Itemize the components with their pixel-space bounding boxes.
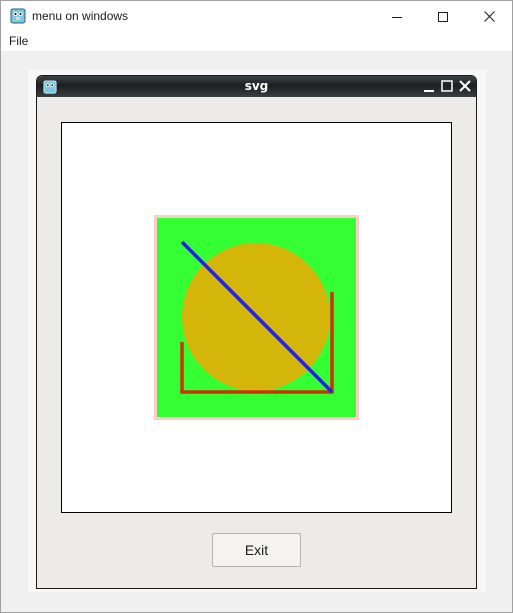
window-title: menu on windows <box>32 9 129 23</box>
close-icon <box>483 11 495 22</box>
maximize-icon <box>438 11 448 22</box>
app-icon <box>10 8 26 24</box>
exit-button[interactable]: Exit <box>212 533 301 567</box>
dialog-close-button[interactable] <box>458 79 472 93</box>
minimize-button[interactable] <box>374 1 420 32</box>
close-icon <box>459 80 471 92</box>
maximize-icon <box>441 80 453 92</box>
dialog-minimize-button[interactable] <box>422 79 436 93</box>
minimize-icon <box>392 16 402 18</box>
close-button[interactable] <box>466 1 512 32</box>
dialog-titlebar[interactable]: svg <box>37 76 476 97</box>
svg-image <box>154 215 359 420</box>
window-titlebar[interactable]: menu on windows <box>1 1 512 32</box>
dialog-title: svg <box>244 79 269 93</box>
minimize-icon <box>424 90 434 92</box>
menu-file[interactable]: File <box>9 34 28 48</box>
menubar: File <box>1 32 512 51</box>
svg-dialog: svg Exit <box>36 75 477 589</box>
svg-canvas <box>61 122 452 513</box>
maximize-button[interactable] <box>420 1 466 32</box>
dialog-maximize-button[interactable] <box>440 79 454 93</box>
